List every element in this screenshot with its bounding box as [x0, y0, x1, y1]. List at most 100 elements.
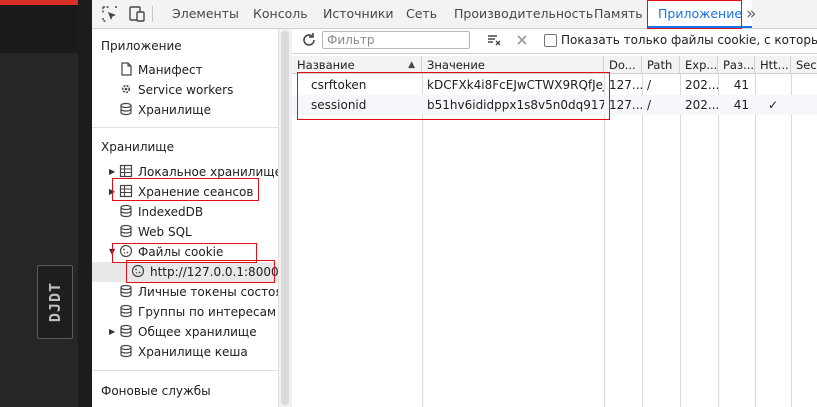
clear-filtered-icon[interactable] [486, 32, 502, 51]
tab-performance[interactable]: Производительность [454, 0, 593, 28]
tab-console[interactable]: Консоль [253, 0, 308, 28]
sidebar-item-label: Хранение сеансов [138, 185, 254, 199]
sidebar-item-label: Хранилище кеша [138, 345, 248, 359]
document-icon [119, 62, 133, 76]
cookies-panel: Показать только файлы cookie, с которыми… [292, 29, 817, 407]
cookie-path-cell[interactable]: / [642, 75, 680, 95]
show-affected-cookies-label: Показать только файлы cookie, с которыми… [561, 33, 817, 47]
sidebar-item-cache-storage[interactable]: Хранилище кеша [119, 342, 248, 362]
table-icon [119, 184, 133, 198]
cookie-size-cell[interactable]: 41 [718, 75, 755, 95]
cookie-domain-cell[interactable]: 127.... [604, 95, 642, 115]
devtools-tabbar: Элементы Консоль Источники Сеть Производ… [92, 0, 817, 29]
devtools-panel: Элементы Консоль Источники Сеть Производ… [92, 0, 817, 407]
expand-arrow-icon[interactable]: ▶ [109, 187, 115, 196]
page-topbar [0, 5, 78, 53]
filter-input[interactable] [322, 31, 470, 49]
scrollbar-thumb[interactable] [281, 31, 289, 405]
device-toolbar-icon[interactable] [127, 4, 147, 24]
sidebar-item-label: Локальное хранилище [138, 165, 278, 179]
database-icon [119, 102, 133, 116]
column-header-secure[interactable]: Sec [791, 56, 817, 74]
cookie-size-cell[interactable]: 41 [718, 95, 755, 115]
delete-all-icon[interactable] [514, 32, 530, 51]
cookies-table: Название ▲ Значение Do... Path Exp... Ра… [292, 56, 817, 407]
section-title-storage: Хранилище [101, 140, 174, 154]
sidebar-item-web-sql[interactable]: Web SQL [119, 222, 192, 242]
expand-arrow-icon[interactable]: ▶ [109, 167, 115, 176]
sidebar-scrollbar[interactable] [278, 29, 292, 407]
application-sidebar: Приложение Манифест Service workers Хран… [92, 29, 278, 407]
sidebar-item-label: Файлы cookie [138, 245, 224, 259]
sort-ascending-icon: ▲ [408, 60, 415, 70]
section-divider [92, 370, 278, 371]
column-header-expires[interactable]: Exp... [680, 56, 718, 74]
cookie-value-cell[interactable]: b51hv6ididppx1s8v5n0dq9178... [422, 95, 604, 115]
collapse-arrow-icon[interactable]: ▼ [109, 247, 115, 256]
cookie-httponly-cell[interactable]: ✓ [755, 95, 791, 115]
cookie-name-cell[interactable]: sessionid [306, 95, 422, 115]
tab-sources[interactable]: Источники [323, 0, 394, 28]
tab-network[interactable]: Сеть [406, 0, 437, 28]
sidebar-item-storage[interactable]: Хранилище [119, 100, 211, 120]
sidebar-item-label: Личные токены состояния [138, 285, 278, 299]
sidebar-item-interest-groups[interactable]: Группы по интересам [119, 302, 276, 322]
tab-memory[interactable]: Память [594, 0, 643, 28]
sidebar-item-label: IndexedDB [138, 205, 204, 219]
cookie-httponly-cell[interactable] [755, 75, 791, 95]
sidebar-item-indexeddb[interactable]: IndexedDB [119, 202, 203, 222]
sidebar-item-session-storage[interactable]: Хранение сеансов [119, 182, 253, 202]
djdt-toolbar-handle[interactable]: DJDT [37, 265, 73, 339]
show-affected-cookies-checkbox[interactable] [544, 34, 557, 47]
column-header-path[interactable]: Path [642, 56, 680, 74]
database-icon [119, 224, 133, 238]
sidebar-item-private-state-tokens[interactable]: Личные токены состояния [119, 282, 278, 302]
cookie-secure-cell[interactable] [791, 75, 817, 95]
page-edge [78, 0, 92, 407]
sidebar-item-label: Группы по интересам [138, 305, 277, 319]
table-icon [119, 164, 133, 178]
database-icon [119, 344, 133, 358]
cookie-icon [131, 264, 145, 278]
cookie-value-cell[interactable]: kDCFXk4i8FcEJwCTWX9RQfJeJ... [422, 75, 604, 95]
column-header-httponly[interactable]: Htt... [755, 56, 791, 74]
cookie-icon [119, 244, 133, 258]
section-title-background-services: Фоновые службы [101, 384, 211, 398]
tab-application[interactable]: Приложение [648, 0, 753, 28]
sidebar-item-label: http://127.0.0.1:8000 [150, 265, 278, 279]
sidebar-item-shared-storage[interactable]: Общее хранилище [119, 322, 257, 342]
cookie-domain-cell[interactable]: 127.... [604, 75, 642, 95]
tabbar-separator [152, 6, 153, 22]
gear-icon [119, 82, 133, 96]
cookie-name-cell[interactable]: csrftoken [306, 75, 422, 95]
sidebar-item-cookie-origin[interactable]: http://127.0.0.1:8000 [92, 262, 278, 282]
tab-elements[interactable]: Элементы [172, 0, 239, 28]
database-icon [119, 204, 133, 218]
refresh-icon[interactable] [300, 31, 318, 52]
sidebar-item-label: Общее хранилище [138, 325, 257, 339]
more-tabs-button[interactable]: » [746, 0, 756, 28]
cookie-expires-cell[interactable]: 202... [680, 95, 718, 115]
sidebar-item-label: Манифест [138, 63, 203, 77]
sidebar-item-manifest[interactable]: Манифест [119, 60, 203, 80]
sidebar-item-local-storage[interactable]: Локальное хранилище [119, 162, 278, 182]
expand-arrow-icon[interactable]: ▶ [109, 327, 115, 336]
sidebar-item-label: Web SQL [138, 225, 192, 239]
sidebar-item-cookies[interactable]: Файлы cookie [119, 242, 223, 262]
database-icon [119, 284, 133, 298]
column-header-name[interactable]: Название ▲ [292, 56, 422, 74]
column-header-value[interactable]: Значение [422, 56, 604, 74]
inspect-element-icon[interactable] [100, 4, 120, 24]
cookie-expires-cell[interactable]: 202... [680, 75, 718, 95]
cookie-secure-cell[interactable] [791, 95, 817, 115]
section-divider [92, 127, 278, 128]
column-header-size[interactable]: Раз... [718, 56, 755, 74]
sidebar-item-service-workers[interactable]: Service workers [119, 80, 233, 100]
column-header-domain[interactable]: Do... [604, 56, 642, 74]
sidebar-item-label: Service workers [138, 83, 234, 97]
cookie-path-cell[interactable]: / [642, 95, 680, 115]
cookies-toolbar: Показать только файлы cookie, с которыми… [292, 29, 817, 54]
section-title-application: Приложение [101, 39, 182, 53]
database-icon [119, 304, 133, 318]
page-background: DJDT [0, 0, 92, 407]
